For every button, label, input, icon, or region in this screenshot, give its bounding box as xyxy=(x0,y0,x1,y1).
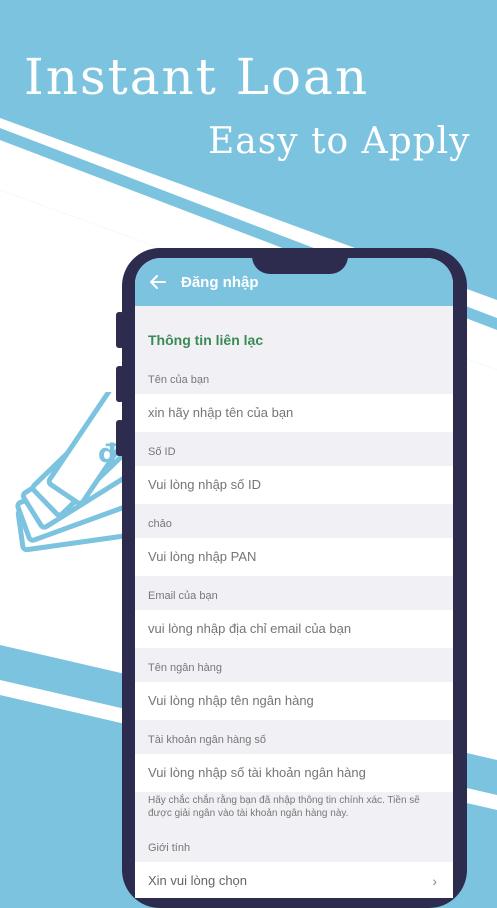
bank-name-input[interactable] xyxy=(135,682,453,720)
phone-notch xyxy=(252,248,348,274)
pan-input[interactable] xyxy=(135,538,453,576)
dong-banknotes-icon: đ xyxy=(15,392,140,553)
arrow-left-icon[interactable] xyxy=(149,273,167,291)
email-input[interactable] xyxy=(135,610,453,648)
pan-label: chảo xyxy=(148,518,172,530)
id-label: Số ID xyxy=(148,446,176,458)
bank-account-input[interactable] xyxy=(135,754,453,792)
id-input[interactable] xyxy=(135,466,453,504)
email-label: Email của bạn xyxy=(148,590,218,602)
page-title: Đăng nhập xyxy=(181,274,259,291)
name-label: Tên của bạn xyxy=(148,374,210,386)
section-title: Thông tin liên lạc xyxy=(148,332,264,348)
bank-account-label: Tài khoản ngân hàng số xyxy=(148,734,267,746)
promo-headline: Instant Loan xyxy=(24,48,370,106)
bank-name-label: Tên ngân hàng xyxy=(148,662,223,674)
gender-label: Giới tính xyxy=(148,842,191,854)
app-screen: Đăng nhập Thông tin liên lạc Tên của bạn… xyxy=(135,258,453,898)
gender-placeholder: Xin vui lòng chọn xyxy=(148,873,248,888)
info-note: Hãy chắc chắn rằng bạn đã nhập thông tin… xyxy=(148,795,420,819)
svg-text:đ: đ xyxy=(98,439,117,469)
name-input[interactable] xyxy=(135,394,453,432)
promo-subline: Easy to Apply xyxy=(208,121,471,162)
chevron-right-icon: › xyxy=(432,873,437,889)
gender-select[interactable]: Xin vui lòng chọn › xyxy=(135,862,453,898)
